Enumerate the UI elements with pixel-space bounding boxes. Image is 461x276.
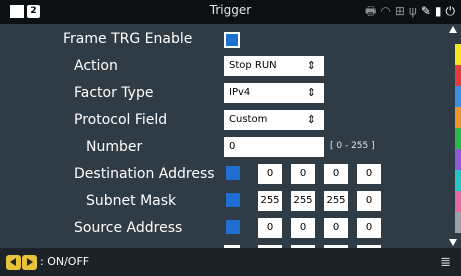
frame-trg-enable-checkbox[interactable]	[224, 32, 240, 48]
storage-icon: ▮	[434, 4, 442, 18]
printer-icon: 🖶	[365, 4, 377, 18]
row-number: Number 0 [ 0 - 255 ]	[0, 135, 446, 162]
action-value: Stop RUN	[229, 60, 277, 71]
channel-stripe	[455, 107, 461, 128]
source-address-checkbox[interactable]	[226, 220, 240, 234]
chevron-updown-icon: ⇕	[306, 86, 316, 99]
protocol-field-select[interactable]: Custom ⇕	[224, 110, 324, 130]
frame-trg-enable-label: Frame TRG Enable	[63, 31, 193, 47]
destination-octet-1[interactable]: 0	[258, 164, 282, 184]
source-octet-2[interactable]: 0	[291, 218, 315, 238]
protocol-field-value: Custom	[229, 114, 268, 125]
subnet-mask-checkbox[interactable]	[226, 193, 240, 207]
channel-stripe	[455, 191, 461, 212]
chevron-updown-icon: ⇕	[306, 59, 316, 72]
edit-icon: ✎	[420, 4, 431, 18]
bottom-bar: : ON/OFF ≣	[0, 248, 461, 276]
channel-stripe	[455, 170, 461, 191]
subnet-octet-1[interactable]: 255	[258, 191, 282, 211]
number-range-hint: [ 0 - 255 ]	[330, 141, 375, 151]
destination-octet-2[interactable]: 0	[291, 164, 315, 184]
channel-stripe	[455, 65, 461, 86]
status-icons: 🖶 ◠ ⊞ ψ ✎ ▮ ⏻	[365, 4, 455, 18]
row-frame-trg-enable: Frame TRG Enable	[0, 27, 446, 54]
row-subnet-mask: Subnet Mask 255 255 255 0	[0, 189, 446, 216]
row-factor-type: Factor Type IPv4 ⇕	[0, 81, 446, 108]
channel-stripe	[455, 86, 461, 107]
on-off-hint: : ON/OFF	[40, 255, 90, 268]
protocol-field-label: Protocol Field	[74, 112, 168, 128]
left-arrow-button[interactable]	[6, 255, 21, 270]
wifi-icon: ◠	[380, 4, 391, 18]
menu-icon[interactable]: ≣	[440, 255, 451, 270]
network-icon: ⊞	[394, 4, 405, 18]
action-select[interactable]: Stop RUN ⇕	[224, 56, 324, 76]
scroll-down-arrow-icon[interactable]	[449, 239, 457, 246]
subnet-octet-4[interactable]: 0	[357, 191, 381, 211]
right-arrow-button[interactable]	[22, 255, 37, 270]
subnet-mask-label: Subnet Mask	[86, 193, 177, 209]
channel-color-stripes	[455, 44, 461, 234]
source-address-label: Source Address	[74, 220, 183, 236]
channel-stripe	[455, 212, 461, 233]
row-action: Action Stop RUN ⇕	[0, 54, 446, 81]
subnet-octet-2[interactable]: 255	[291, 191, 315, 211]
source-octet-4[interactable]: 0	[357, 218, 381, 238]
destination-octet-4[interactable]: 0	[357, 164, 381, 184]
number-label: Number	[86, 139, 143, 155]
row-destination-address: Destination Address 0 0 0 0	[0, 162, 446, 189]
channel-stripe	[455, 149, 461, 170]
factor-type-label: Factor Type	[74, 85, 154, 101]
chevron-updown-icon: ⇕	[306, 113, 316, 126]
power-plug-icon: ⏻	[445, 4, 456, 18]
channel-stripe	[455, 44, 461, 65]
action-label: Action	[74, 58, 118, 74]
factor-type-select[interactable]: IPv4 ⇕	[224, 83, 324, 103]
subnet-octet-3[interactable]: 255	[324, 191, 348, 211]
triangle-right-icon	[27, 258, 33, 266]
scroll-up-arrow-icon[interactable]	[449, 26, 457, 33]
source-octet-3[interactable]: 0	[324, 218, 348, 238]
row-source-address: Source Address 0 0 0 0	[0, 216, 446, 243]
factor-type-value: IPv4	[229, 87, 251, 98]
status-bar: 2 Trigger 🖶 ◠ ⊞ ψ ✎ ▮ ⏻	[0, 0, 461, 24]
source-octet-1[interactable]: 0	[258, 218, 282, 238]
destination-address-checkbox[interactable]	[226, 166, 240, 180]
channel-stripe	[455, 128, 461, 149]
triangle-left-icon	[10, 258, 16, 266]
destination-octet-3[interactable]: 0	[324, 164, 348, 184]
trigger-settings-panel: Frame TRG Enable Action Stop RUN ⇕ Facto…	[0, 24, 446, 248]
destination-address-label: Destination Address	[74, 166, 215, 182]
row-protocol-field: Protocol Field Custom ⇕	[0, 108, 446, 135]
usb-icon: ψ	[408, 4, 417, 18]
number-input[interactable]: 0	[224, 137, 324, 157]
